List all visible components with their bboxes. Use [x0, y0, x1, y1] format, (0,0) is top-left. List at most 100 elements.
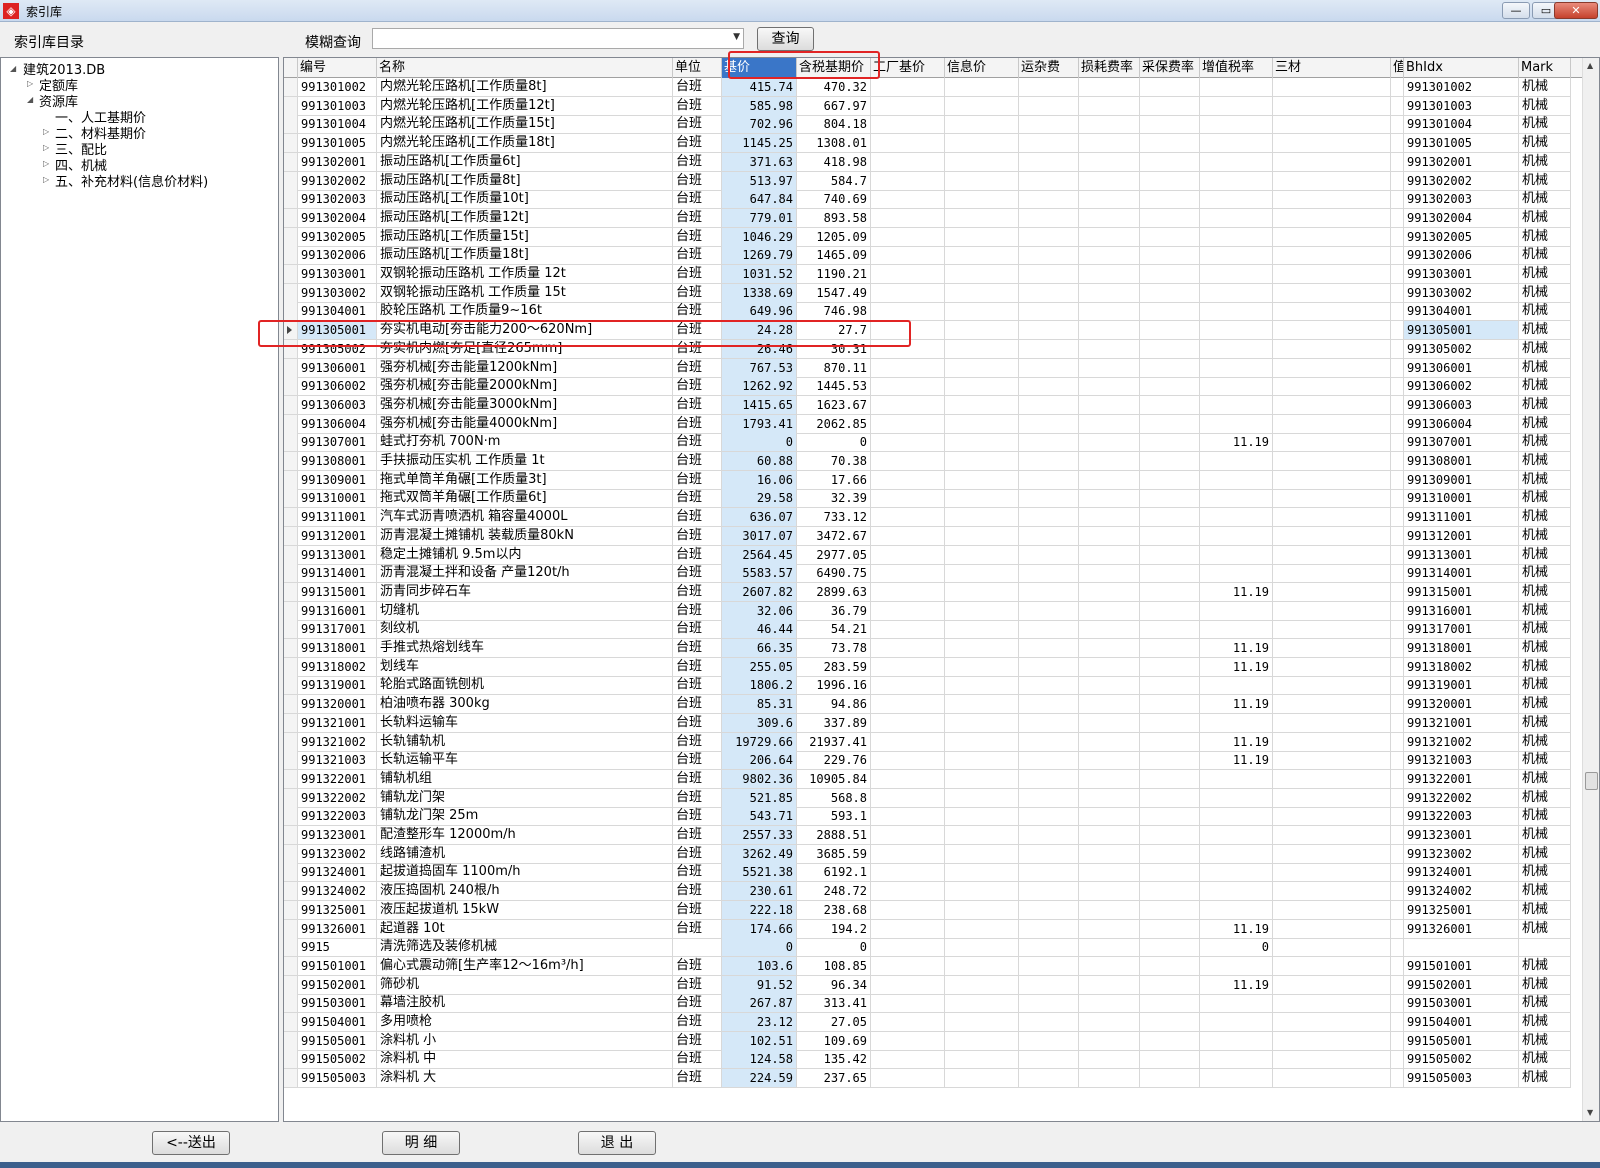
empty-cell[interactable]: [1140, 788, 1200, 808]
empty-cell[interactable]: [1019, 620, 1079, 640]
empty-cell[interactable]: [945, 938, 1019, 958]
empty-cell[interactable]: [945, 1069, 1019, 1089]
empty-cell[interactable]: [1140, 919, 1200, 939]
name-cell[interactable]: 振动压路机[工作质量6t]: [377, 152, 673, 172]
empty-cell[interactable]: [1079, 1031, 1140, 1051]
table-row[interactable]: 991307001 蛙式打夯机 700N·m 台班 0 0 11.19 991307001 机…: [284, 433, 1584, 453]
code-cell[interactable]: 991315001: [298, 582, 377, 602]
row-header[interactable]: [284, 639, 298, 658]
fuzzy-search-combobox[interactable]: ▼: [372, 28, 744, 49]
code-cell[interactable]: 991320001: [298, 695, 377, 715]
bhidx-cell[interactable]: 991322001: [1404, 769, 1519, 789]
empty-cell[interactable]: [1079, 639, 1140, 658]
unit-cell[interactable]: 台班: [673, 433, 722, 453]
empty-cell[interactable]: [1273, 900, 1391, 920]
row-header[interactable]: [284, 695, 298, 715]
vat-rate-cell[interactable]: [1200, 78, 1273, 97]
tax-base-price-cell[interactable]: 568.8: [797, 788, 871, 808]
empty-cell[interactable]: [1391, 956, 1404, 976]
empty-cell[interactable]: [1079, 863, 1140, 883]
table-row[interactable]: 991505002 涂料机 中台班 124.58 135.42 991505002 机械: [284, 1050, 1584, 1070]
close-button[interactable]: ✕: [1554, 2, 1598, 19]
empty-cell[interactable]: [871, 713, 945, 733]
empty-cell[interactable]: [1391, 751, 1404, 771]
empty-cell[interactable]: [1019, 152, 1079, 172]
name-cell[interactable]: 振动压路机[工作质量10t]: [377, 190, 673, 210]
empty-cell[interactable]: [1019, 377, 1079, 397]
empty-cell[interactable]: [871, 190, 945, 210]
mark-cell[interactable]: 机械: [1519, 676, 1571, 696]
code-cell[interactable]: 991318001: [298, 639, 377, 658]
empty-cell[interactable]: [1391, 115, 1404, 135]
empty-cell[interactable]: [945, 414, 1019, 434]
column-header[interactable]: 损耗费率: [1079, 58, 1140, 78]
table-row[interactable]: 991302005 振动压路机[工作质量15t] 台班 1046.29 1205.09 9…: [284, 227, 1584, 247]
code-cell[interactable]: 991319001: [298, 676, 377, 696]
bhidx-cell[interactable]: 991312001: [1404, 526, 1519, 546]
empty-cell[interactable]: [1079, 78, 1140, 97]
bhidx-cell[interactable]: 991317001: [1404, 620, 1519, 640]
empty-cell[interactable]: [1273, 96, 1391, 116]
name-cell[interactable]: 长轨料运输车: [377, 713, 673, 733]
name-cell[interactable]: 胶轮压路机 工作质量9~16t: [377, 302, 673, 322]
tax-base-price-cell[interactable]: 109.69: [797, 1031, 871, 1051]
vat-rate-cell[interactable]: [1200, 564, 1273, 584]
name-cell[interactable]: 起道器 10t: [377, 919, 673, 939]
empty-cell[interactable]: [945, 152, 1019, 172]
row-header[interactable]: [284, 78, 298, 97]
unit-cell[interactable]: 台班: [673, 171, 722, 191]
vat-rate-cell[interactable]: [1200, 246, 1273, 266]
bhidx-cell[interactable]: 991322002: [1404, 788, 1519, 808]
code-cell[interactable]: 991302004: [298, 208, 377, 228]
table-row[interactable]: 991301002 内燃光轮压路机[工作质量8t] 台班 415.74 470.32 99…: [284, 78, 1584, 97]
empty-cell[interactable]: [1273, 134, 1391, 154]
empty-cell[interactable]: [1273, 470, 1391, 490]
code-cell[interactable]: 991310001: [298, 489, 377, 509]
tax-base-price-cell[interactable]: 6490.75: [797, 564, 871, 584]
empty-cell[interactable]: [1273, 620, 1391, 640]
vat-rate-cell[interactable]: [1200, 152, 1273, 172]
mark-cell[interactable]: 机械: [1519, 601, 1571, 621]
table-row[interactable]: 991321003 长轨运输平车 台班 206.64 229.76 11.19 991321…: [284, 751, 1584, 771]
empty-cell[interactable]: [1140, 545, 1200, 565]
bhidx-cell[interactable]: 991324002: [1404, 882, 1519, 902]
bhidx-cell[interactable]: 991305001: [1404, 321, 1519, 341]
bhidx-cell[interactable]: 991301005: [1404, 134, 1519, 154]
empty-cell[interactable]: [1019, 938, 1079, 958]
column-header[interactable]: 单位: [673, 58, 722, 78]
row-header[interactable]: [284, 713, 298, 733]
bhidx-cell[interactable]: 991302003: [1404, 190, 1519, 210]
tax-base-price-cell[interactable]: 418.98: [797, 152, 871, 172]
empty-cell[interactable]: [1140, 152, 1200, 172]
empty-cell[interactable]: [1019, 96, 1079, 116]
table-row[interactable]: 991311001 汽车式沥青喷洒机 箱容量4000L 台班 636.07 733.12…: [284, 508, 1584, 528]
empty-cell[interactable]: [1140, 190, 1200, 210]
name-cell[interactable]: 线路铺渣机: [377, 844, 673, 864]
vat-rate-cell[interactable]: [1200, 826, 1273, 845]
bhidx-cell[interactable]: 991503001: [1404, 994, 1519, 1014]
table-row[interactable]: 991304001 胶轮压路机 工作质量9~16t 台班 649.96 746.98 99…: [284, 302, 1584, 322]
tax-base-price-cell[interactable]: 283.59: [797, 657, 871, 677]
unit-cell[interactable]: 台班: [673, 377, 722, 397]
row-header[interactable]: [284, 919, 298, 939]
unit-cell[interactable]: 台班: [673, 900, 722, 920]
mark-cell[interactable]: 机械: [1519, 152, 1571, 172]
empty-cell[interactable]: [945, 302, 1019, 322]
unit-cell[interactable]: 台班: [673, 395, 722, 415]
tax-base-price-cell[interactable]: 1623.67: [797, 395, 871, 415]
bhidx-cell[interactable]: 991306004: [1404, 414, 1519, 434]
code-cell[interactable]: 991322002: [298, 788, 377, 808]
mark-cell[interactable]: 机械: [1519, 508, 1571, 528]
row-header[interactable]: [284, 1013, 298, 1032]
code-cell[interactable]: 991313001: [298, 545, 377, 565]
bhidx-cell[interactable]: 991310001: [1404, 489, 1519, 509]
unit-cell[interactable]: 台班: [673, 452, 722, 471]
empty-cell[interactable]: [1079, 208, 1140, 228]
table-row[interactable]: 991302006 振动压路机[工作质量18t] 台班 1269.79 1465.09 9…: [284, 246, 1584, 266]
scrollbar-thumb[interactable]: [1585, 772, 1598, 790]
vat-rate-cell[interactable]: [1200, 358, 1273, 378]
tax-base-price-cell[interactable]: 893.58: [797, 208, 871, 228]
vat-rate-cell[interactable]: [1200, 882, 1273, 902]
table-row[interactable]: 991505001 涂料机 小台班 102.51 109.69 991505001 机械: [284, 1031, 1584, 1051]
base-price-cell[interactable]: 255.05: [722, 657, 797, 677]
